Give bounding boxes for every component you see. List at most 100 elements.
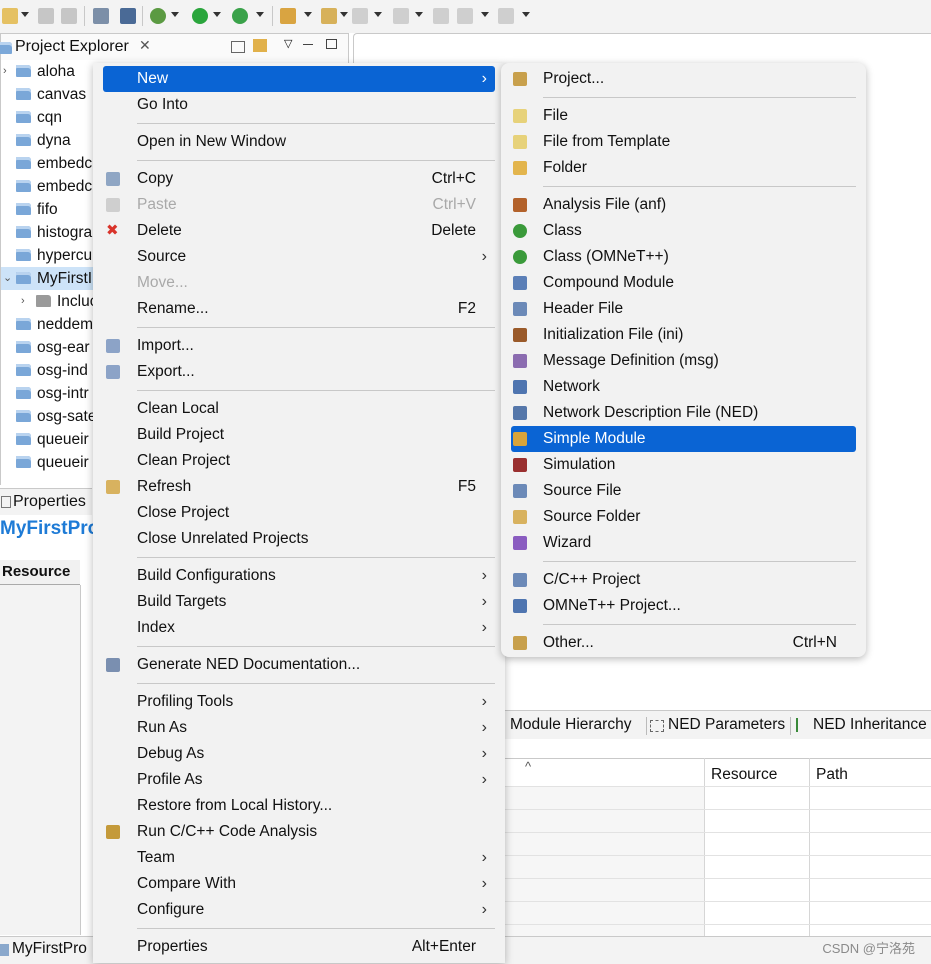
new-menu-item-initialization-file-ini[interactable]: Initialization File (ini) bbox=[501, 322, 866, 348]
chevron-down-icon[interactable] bbox=[415, 12, 423, 17]
new-menu-item-network[interactable]: Network bbox=[501, 374, 866, 400]
chevron-down-icon[interactable] bbox=[481, 12, 489, 17]
new-menu-item-header-file[interactable]: Header File bbox=[501, 296, 866, 322]
menu-item-delete[interactable]: ✖ Delete Delete bbox=[93, 218, 505, 244]
menu-item-export[interactable]: Export... bbox=[93, 359, 505, 385]
edit-icon[interactable] bbox=[120, 8, 136, 24]
chevron-down-icon[interactable] bbox=[304, 12, 312, 17]
chevron-down-icon[interactable] bbox=[213, 12, 221, 17]
menu-item-rename[interactable]: Rename... F2 bbox=[93, 296, 505, 322]
menu-item-restore-from-local-history[interactable]: Restore from Local History... bbox=[93, 793, 505, 819]
column-header-resource[interactable]: Resource bbox=[711, 766, 777, 784]
new-menu-item-c-c-project[interactable]: C/C++ Project bbox=[501, 567, 866, 593]
prev-annotation-icon[interactable] bbox=[393, 8, 409, 24]
project-explorer-tab[interactable]: Project Explorer ✕ ▽ bbox=[0, 33, 349, 60]
new-menu-item-omnet-project[interactable]: OMNeT++ Project... bbox=[501, 593, 866, 619]
pencil-icon[interactable] bbox=[280, 8, 296, 24]
maximize-icon[interactable] bbox=[326, 39, 337, 49]
new-menu-item-folder[interactable]: Folder bbox=[501, 155, 866, 181]
new-menu-item-compound-module[interactable]: Compound Module bbox=[501, 270, 866, 296]
tab-ned-inheritance[interactable]: NED Inheritance bbox=[813, 716, 927, 734]
chevron-down-icon[interactable] bbox=[522, 12, 530, 17]
chevron-down-icon[interactable] bbox=[171, 12, 179, 17]
new-menu-item-simulation[interactable]: Simulation bbox=[501, 452, 866, 478]
new-menu-item-analysis-file-anf[interactable]: Analysis File (anf) bbox=[501, 192, 866, 218]
new-menu-item-class[interactable]: Class bbox=[501, 218, 866, 244]
new-menu-item-project[interactable]: Project... bbox=[501, 66, 866, 92]
menu-item-import[interactable]: Import... bbox=[93, 333, 505, 359]
save-icon[interactable] bbox=[38, 8, 54, 24]
chevron-down-icon[interactable] bbox=[340, 12, 348, 17]
chevron-right-icon[interactable]: › bbox=[21, 290, 25, 313]
new-menu-item-message-definition-msg[interactable]: Message Definition (msg) bbox=[501, 348, 866, 374]
menu-item-profile-as[interactable]: Profile As › bbox=[93, 767, 505, 793]
forward-icon[interactable] bbox=[498, 8, 514, 24]
view-menu-icon[interactable]: ▽ bbox=[284, 37, 292, 50]
external-tools-icon[interactable] bbox=[232, 8, 248, 24]
new-menu-item-file[interactable]: File bbox=[501, 103, 866, 129]
menu-item-clean-local[interactable]: Clean Local bbox=[93, 396, 505, 422]
menu-item-build-project[interactable]: Build Project bbox=[93, 422, 505, 448]
debug-icon[interactable] bbox=[150, 8, 166, 24]
menu-item-build-configurations[interactable]: Build Configurations › bbox=[93, 563, 505, 589]
new-menu-item-class-omnet[interactable]: Class (OMNeT++) bbox=[501, 244, 866, 270]
menu-item-properties[interactable]: Properties Alt+Enter bbox=[93, 934, 505, 960]
menu-item-close-project[interactable]: Close Project bbox=[93, 500, 505, 526]
menu-item-close-unrelated-projects[interactable]: Close Unrelated Projects bbox=[93, 526, 505, 552]
menu-item-go-into[interactable]: Go Into bbox=[93, 92, 505, 118]
menu-item-team[interactable]: Team › bbox=[93, 845, 505, 871]
new-menu-item-other[interactable]: Other... Ctrl+N bbox=[501, 630, 866, 656]
link-editor-icon[interactable] bbox=[253, 39, 267, 52]
chevron-down-icon[interactable] bbox=[21, 12, 29, 17]
new-menu-item-network-description-file-ned[interactable]: Network Description File (NED) bbox=[501, 400, 866, 426]
menu-item-new[interactable]: New › bbox=[103, 66, 495, 92]
properties-tab[interactable]: Properties bbox=[0, 488, 92, 515]
tab-ned-parameters[interactable]: NED Parameters bbox=[668, 716, 785, 734]
tab-module-hierarchy[interactable]: Module Hierarchy bbox=[510, 716, 631, 734]
next-annotation-icon[interactable] bbox=[352, 8, 368, 24]
menu-item-debug-as[interactable]: Debug As › bbox=[93, 741, 505, 767]
new-icon[interactable] bbox=[2, 8, 18, 24]
project-folder-icon bbox=[16, 364, 31, 376]
open-icon[interactable] bbox=[321, 8, 337, 24]
close-icon[interactable]: ✕ bbox=[139, 37, 151, 54]
sort-indicator[interactable]: ^ bbox=[525, 759, 531, 774]
menu-item-run-c-c-code-analysis[interactable]: Run C/C++ Code Analysis bbox=[93, 819, 505, 845]
run-icon[interactable] bbox=[192, 8, 208, 24]
binary-icon[interactable] bbox=[93, 8, 109, 24]
menu-item-copy[interactable]: Copy Ctrl+C bbox=[93, 166, 505, 192]
column-divider[interactable] bbox=[809, 758, 810, 936]
menu-item-label: Delete bbox=[137, 222, 182, 239]
menu-item-clean-project[interactable]: Clean Project bbox=[93, 448, 505, 474]
chevron-down-icon[interactable]: ⌄ bbox=[3, 267, 12, 290]
menu-item-compare-with[interactable]: Compare With › bbox=[93, 871, 505, 897]
new-menu-item-wizard[interactable]: Wizard bbox=[501, 530, 866, 556]
column-divider[interactable] bbox=[704, 758, 705, 936]
chevron-down-icon[interactable] bbox=[256, 12, 264, 17]
collapse-all-icon[interactable] bbox=[231, 41, 245, 53]
menu-item-generate-ned-documentation[interactable]: Generate NED Documentation... bbox=[93, 652, 505, 678]
chevron-down-icon[interactable] bbox=[374, 12, 382, 17]
minimize-icon[interactable] bbox=[303, 44, 313, 45]
menu-item-configure[interactable]: Configure › bbox=[93, 897, 505, 923]
new-menu-item-source-folder[interactable]: Source Folder bbox=[501, 504, 866, 530]
menu-item-label: Source bbox=[137, 248, 187, 265]
new-menu-item-simple-module[interactable]: Simple Module bbox=[511, 426, 856, 452]
resource-tab[interactable]: Resource bbox=[0, 560, 80, 585]
last-edit-icon[interactable] bbox=[433, 8, 449, 24]
chevron-right-icon[interactable]: › bbox=[3, 60, 7, 83]
network-icon bbox=[513, 380, 527, 394]
menu-item-build-targets[interactable]: Build Targets › bbox=[93, 589, 505, 615]
menu-item-run-as[interactable]: Run As › bbox=[93, 715, 505, 741]
menu-item-refresh[interactable]: Refresh F5 bbox=[93, 474, 505, 500]
column-header-path[interactable]: Path bbox=[816, 766, 848, 784]
new-menu-item-file-from-template[interactable]: File from Template bbox=[501, 129, 866, 155]
menu-item-index[interactable]: Index › bbox=[93, 615, 505, 641]
menu-item-source[interactable]: Source › bbox=[93, 244, 505, 270]
new-menu-item-source-file[interactable]: Source File bbox=[501, 478, 866, 504]
menu-item-label: Profile As bbox=[137, 771, 203, 788]
save-all-icon[interactable] bbox=[61, 8, 77, 24]
menu-item-open-in-new-window[interactable]: Open in New Window bbox=[93, 129, 505, 155]
back-icon[interactable] bbox=[457, 8, 473, 24]
menu-item-profiling-tools[interactable]: Profiling Tools › bbox=[93, 689, 505, 715]
